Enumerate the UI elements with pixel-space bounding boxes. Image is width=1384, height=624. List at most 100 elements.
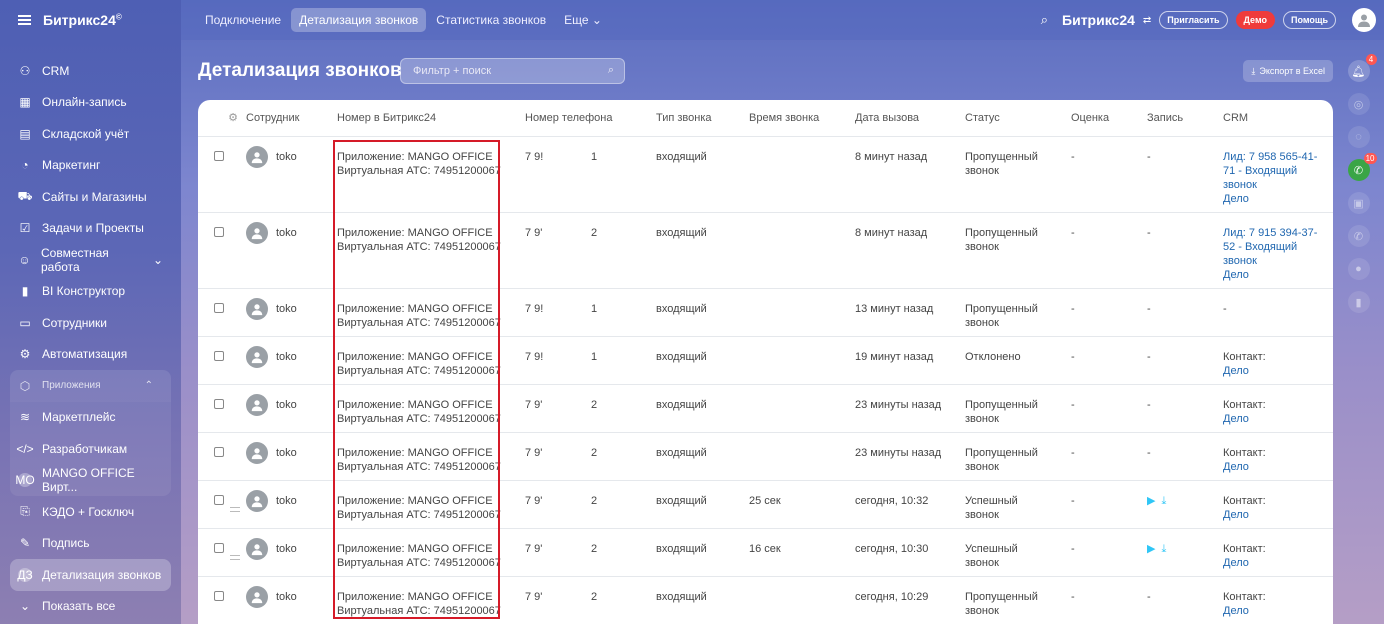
row-checkbox[interactable] xyxy=(214,446,224,457)
call-history-icon[interactable]: ✆ xyxy=(1347,225,1370,247)
table-row[interactable]: toko Приложение: MANGO OFFICE Виртуальная … xyxy=(198,212,1333,289)
crm-line3[interactable]: звонок xyxy=(1223,254,1333,268)
crm-deal-link[interactable]: Дело xyxy=(1223,268,1333,282)
download-icon[interactable]: ⤓ xyxy=(1161,494,1166,508)
sidebar-item[interactable]: ⚙ Автоматизация xyxy=(0,339,181,371)
search-icon[interactable]: ⌕ xyxy=(608,64,614,77)
employee[interactable]: toko xyxy=(246,585,331,608)
sidebar-item[interactable]: ▮ BI Конструктор xyxy=(0,276,181,308)
column-header[interactable]: Оценка xyxy=(1065,100,1141,137)
tab-item[interactable]: Еще ⌄ xyxy=(556,8,610,32)
row-checkbox[interactable] xyxy=(214,226,224,237)
column-header[interactable]: Дата вызова xyxy=(849,100,959,137)
sidebar-item[interactable]: ⬡ Приложения ⌃ xyxy=(10,370,171,402)
sidebar-item[interactable]: ▤ Складской учёт xyxy=(0,118,181,150)
column-header[interactable]: Номер телефона xyxy=(519,100,650,137)
filter-search-input[interactable]: Фильтр + поиск ⌕ xyxy=(400,58,625,84)
employee[interactable]: toko xyxy=(246,393,331,416)
sidebar-item[interactable]: ▭ Сотрудники xyxy=(0,307,181,339)
notifications-icon[interactable]: 🔔︎ 4 xyxy=(1347,54,1377,82)
search-icon[interactable]: ⌕ xyxy=(1041,12,1048,28)
menu-icon[interactable] xyxy=(18,15,31,25)
sync-icon[interactable]: ⇄ xyxy=(1143,15,1151,26)
tab-item[interactable]: Статистика звонков xyxy=(428,8,554,32)
crm-deal-link[interactable]: Дело xyxy=(1223,556,1333,570)
download-icon[interactable]: ⤓ xyxy=(1161,542,1166,556)
sidebar-item[interactable]: ✎ Подпись xyxy=(0,528,181,560)
contact-avatar-icon[interactable]: ● xyxy=(1347,258,1370,280)
column-header[interactable]: Запись xyxy=(1141,100,1217,137)
row-checkbox[interactable] xyxy=(214,398,224,409)
chevron-icon[interactable]: ⌄ xyxy=(153,253,163,267)
table-row[interactable]: toko Приложение: MANGO OFFICE Виртуальная … xyxy=(198,136,1333,213)
sidebar-item[interactable]: ⚇ CRM xyxy=(0,55,181,87)
tab-item[interactable]: Детализация звонков xyxy=(291,8,427,32)
table-row[interactable]: toko Приложение: MANGO OFFICE Виртуальная … xyxy=(198,336,1333,385)
column-header[interactable]: Статус xyxy=(959,100,1065,137)
crm-deal-link[interactable]: Дело xyxy=(1223,364,1333,378)
mail-icon[interactable]: ▣ xyxy=(1347,192,1370,214)
employee[interactable]: toko xyxy=(246,145,331,168)
crm-deal-link[interactable]: Дело xyxy=(1223,192,1333,206)
employee[interactable]: toko xyxy=(246,297,331,320)
play-icon[interactable]: ▶ xyxy=(1147,494,1155,508)
bookmark-icon[interactable]: ▮ xyxy=(1347,291,1370,313)
chat-icon[interactable]: ◌ xyxy=(1347,126,1370,148)
table-row[interactable]: toko Приложение: MANGO OFFICE Виртуальная … xyxy=(198,432,1333,481)
crm-line3[interactable]: звонок xyxy=(1223,178,1333,192)
employee[interactable]: toko xyxy=(246,221,331,244)
tab-item[interactable]: Подключение xyxy=(197,8,289,32)
help-button[interactable]: Помощь xyxy=(1282,11,1336,29)
row-checkbox[interactable] xyxy=(214,542,224,553)
chevron-icon[interactable]: ⌃ xyxy=(145,380,153,391)
column-header[interactable]: Сотрудник xyxy=(240,100,331,137)
crm-deal-link[interactable]: Дело xyxy=(1223,604,1333,618)
employee[interactable]: toko xyxy=(246,345,331,368)
crm-entity[interactable]: Лид: 7 915 394-37- xyxy=(1223,226,1333,240)
crm-deal-link[interactable]: Дело xyxy=(1223,508,1333,522)
crm-deal-link[interactable]: Дело xyxy=(1223,460,1333,474)
sidebar-item[interactable]: ⛟ Сайты и Магазины xyxy=(0,181,181,213)
sidebar-item[interactable]: ▦ Онлайн-запись xyxy=(0,87,181,119)
settings-gear-icon[interactable]: ⚙ xyxy=(198,100,240,137)
employee[interactable]: toko xyxy=(246,537,331,560)
table-row[interactable]: toko Приложение: MANGO OFFICE Виртуальная … xyxy=(198,576,1333,624)
sidebar-item[interactable]: ◔ Маркетинг xyxy=(0,150,181,182)
drag-handle-icon[interactable] xyxy=(230,506,240,512)
row-checkbox[interactable] xyxy=(214,494,224,505)
table-row[interactable]: toko Приложение: MANGO OFFICE Виртуальная … xyxy=(198,384,1333,433)
crm-line2[interactable]: 71 - Входящий xyxy=(1223,164,1333,178)
employee[interactable]: toko xyxy=(246,489,331,512)
table-row[interactable]: toko Приложение: MANGO OFFICE Виртуальная … xyxy=(198,528,1333,577)
copilot-icon[interactable]: ◎ xyxy=(1347,93,1370,115)
drag-handle-icon[interactable] xyxy=(230,554,240,560)
sidebar-item[interactable]: MO MANGO OFFICE Вирт... xyxy=(10,464,171,496)
employee[interactable]: toko xyxy=(246,441,331,464)
row-checkbox[interactable] xyxy=(214,350,224,361)
sidebar-item[interactable]: ☑ Задачи и Проекты xyxy=(0,213,181,245)
sidebar-item[interactable]: ДЗ Детализация звонков xyxy=(10,559,171,591)
crm-entity[interactable]: Лид: 7 958 565-41- xyxy=(1223,150,1333,164)
sidebar-item[interactable]: ≋ Маркетплейс xyxy=(10,401,171,433)
invite-button[interactable]: Пригласить xyxy=(1159,11,1228,29)
export-excel-button[interactable]: ⤓ Экспорт в Excel xyxy=(1243,60,1333,82)
row-checkbox[interactable] xyxy=(214,590,224,601)
sidebar-item[interactable]: ⎘ КЭДО + Госключ xyxy=(0,496,181,528)
play-icon[interactable]: ▶ xyxy=(1147,542,1155,556)
phone-icon[interactable]: ✆ 10 xyxy=(1347,153,1377,181)
column-header[interactable]: Номер в Битрикс24 xyxy=(331,100,519,137)
demo-badge[interactable]: Демо xyxy=(1235,11,1275,29)
row-checkbox[interactable] xyxy=(214,150,224,161)
sidebar-item[interactable]: ⌄ Показать все xyxy=(0,591,181,623)
column-header[interactable]: Тип звонка xyxy=(650,100,743,137)
row-checkbox[interactable] xyxy=(214,302,224,313)
sidebar-item[interactable]: </> Разработчикам xyxy=(10,433,171,465)
column-header[interactable]: Время звонка xyxy=(743,100,849,137)
column-header[interactable]: CRM xyxy=(1217,100,1333,137)
sidebar-item[interactable]: ☺ Совместная работа ⌄ xyxy=(0,244,181,276)
table-row[interactable]: toko Приложение: MANGO OFFICE Виртуальная … xyxy=(198,480,1333,529)
logo[interactable]: Битрикс24© xyxy=(43,12,122,28)
table-row[interactable]: toko Приложение: MANGO OFFICE Виртуальная … xyxy=(198,288,1333,337)
user-avatar[interactable] xyxy=(1352,8,1376,32)
crm-line2[interactable]: 52 - Входящий xyxy=(1223,240,1333,254)
